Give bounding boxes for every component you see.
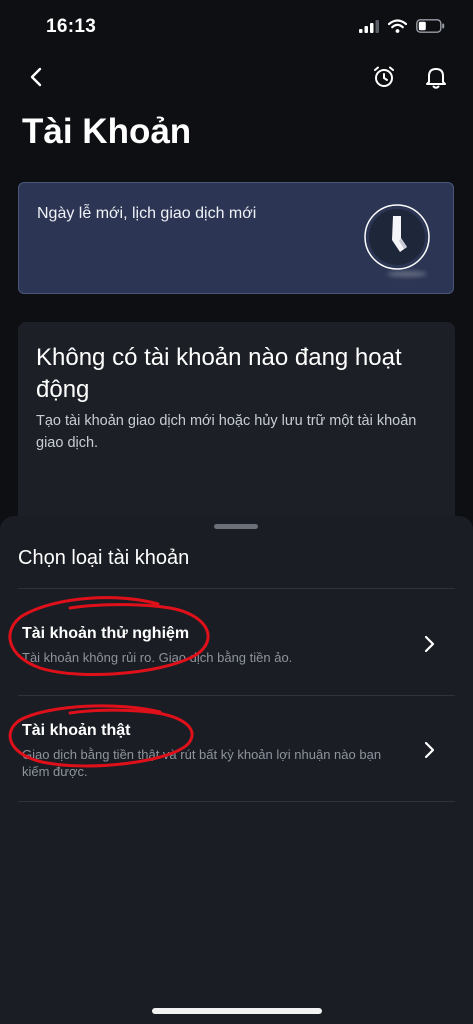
back-button[interactable]: [22, 62, 52, 92]
page-title: Tài Khoản: [22, 112, 192, 151]
alarm-clock-icon: [374, 66, 394, 87]
notifications-button[interactable]: [421, 62, 451, 92]
holiday-banner[interactable]: Ngày lễ mới, lịch giao dịch mới: [18, 182, 454, 294]
sheet-title: Chọn loại tài khoản: [18, 547, 190, 569]
banner-text: Ngày lễ mới, lịch giao dịch mới: [37, 205, 257, 222]
alarm-button[interactable]: [369, 62, 399, 92]
signal-icon: [359, 19, 379, 33]
nav-bar: [0, 58, 473, 98]
status-time: 16:13: [46, 16, 97, 37]
option-real-account[interactable]: Tài khoản thật Giao dịch bằng tiền thật …: [0, 696, 473, 801]
clock-icon: [364, 204, 430, 270]
option-description: Giao dịch bằng tiền thật và rút bất kỳ k…: [22, 747, 382, 779]
option-demo-account[interactable]: Tài khoản thử nghiệm Tài khoản không rủi…: [0, 589, 473, 695]
sheet-drag-handle[interactable]: [214, 524, 258, 529]
option-title: Tài khoản thật: [22, 722, 131, 739]
back-arrow-icon: [30, 67, 42, 87]
status-icons: [359, 19, 445, 33]
empty-state-description: Tạo tài khoản giao dịch mới hoặc hủy lưu…: [36, 413, 417, 451]
bell-icon: [426, 68, 446, 89]
divider: [18, 801, 455, 802]
wifi-icon: [388, 19, 407, 33]
status-bar: 16:13: [0, 0, 473, 52]
battery-icon: [416, 19, 445, 33]
option-description: Tài khoản không rủi ro. Giao dịch bằng t…: [22, 650, 293, 665]
chevron-right-icon: [424, 741, 435, 759]
option-title: Tài khoản thử nghiệm: [22, 625, 190, 642]
account-type-sheet: Chọn loại tài khoản Tài khoản thử nghiệm…: [0, 516, 473, 1024]
empty-state-title: Không có tài khoản nào đang hoạt động: [36, 344, 402, 403]
clock-shadow: [387, 271, 427, 277]
chevron-right-icon: [424, 635, 435, 653]
home-indicator[interactable]: [152, 1008, 322, 1014]
